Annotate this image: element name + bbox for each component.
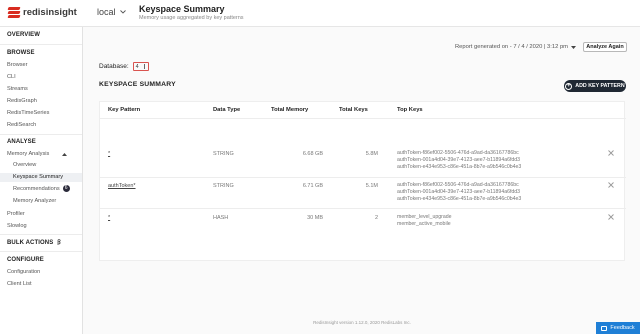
chevron-up-icon	[62, 153, 67, 156]
sidebar-item-browser[interactable]: Browser	[7, 62, 28, 68]
sidebar-item-profiler[interactable]: Profiler	[7, 211, 25, 217]
total-keys-cell: 2	[374, 215, 378, 221]
sidebar-sub-recommendations[interactable]: Recommendations 6	[13, 185, 70, 192]
sidebar-section-analyse: ANALYSE	[7, 139, 36, 145]
logo-text: redisinsight	[23, 7, 77, 18]
database-number: 4	[135, 63, 139, 70]
top-key: authToken-f86ef002-5506-476d-a9ad-da3616…	[397, 182, 519, 188]
column-header-total-memory[interactable]: Total Memory	[271, 107, 308, 113]
divider	[0, 134, 82, 135]
redisinsight-app: { "app": { "logo_text": "redisinsight" }…	[0, 0, 640, 334]
redisinsight-logo[interactable]: redisinsight	[7, 7, 77, 18]
sidebar-item-cli[interactable]: CLI	[7, 74, 16, 80]
analyze-again-button[interactable]: Analyze Again	[583, 42, 627, 52]
sidebar-item-streams[interactable]: Streams	[7, 86, 28, 92]
header-divider	[100, 118, 626, 119]
divider	[0, 234, 82, 235]
total-memory-cell: 6.71 GB	[302, 183, 323, 189]
top-key: member_level_upgrade	[397, 214, 452, 220]
column-header-total-keys[interactable]: Total Keys	[339, 107, 368, 113]
sidebar-sub-keyspace-summary[interactable]: Keyspace Summary	[0, 173, 82, 182]
main-content: Report generated on - 7 / 4 / 2020 | 3:1…	[84, 27, 640, 334]
key-pattern-cell[interactable]: *	[108, 215, 110, 221]
data-type-cell: HASH	[213, 215, 229, 221]
beta-icon	[57, 239, 61, 245]
column-header-data-type[interactable]: Data Type	[213, 107, 240, 113]
top-keys-cell: member_level_upgrade member_active_mobil…	[397, 214, 452, 228]
sidebar-sub-memory-analyzer[interactable]: Memory Analyzer	[13, 198, 56, 204]
sidebar-item-client-list[interactable]: Client List	[7, 281, 32, 287]
top-key: authToken-f86ef002-5506-476d-a9ad-da3616…	[397, 150, 519, 156]
total-keys-cell: 5.8M	[365, 151, 378, 157]
top-keys-cell: authToken-f86ef002-5506-476d-a9ad-da3616…	[397, 182, 521, 202]
total-memory-cell: 6.68 GB	[302, 151, 323, 157]
feedback-label: Feedback	[610, 325, 635, 331]
sidebar-section-bulk-actions[interactable]: BULK ACTIONS	[7, 239, 61, 246]
chevron-down-icon	[143, 64, 145, 69]
sidebar-overview[interactable]: OVERVIEW	[7, 32, 40, 38]
divider	[0, 44, 82, 45]
database-name: local	[97, 7, 116, 17]
top-bar: redisinsight local Keyspace Summary Memo…	[0, 0, 640, 27]
key-pattern-cell[interactable]: authToken*	[108, 183, 136, 189]
row-divider	[100, 177, 626, 178]
sidebar-section-browse: BROWSE	[7, 50, 35, 56]
divider	[0, 251, 82, 252]
chat-icon	[601, 325, 608, 331]
delete-pattern-icon[interactable]	[608, 182, 614, 188]
chevron-down-icon	[119, 10, 126, 14]
sidebar-item-redistimeseries[interactable]: RedisTimeSeries	[7, 110, 49, 116]
report-generated-text: Report generated on - 7 / 4 / 2020 | 3:1…	[454, 44, 568, 50]
column-header-key-pattern[interactable]: Key Pattern	[108, 107, 140, 113]
delete-pattern-icon[interactable]	[608, 150, 614, 156]
page-subtitle: Memory usage aggregated by key patterns	[139, 15, 244, 21]
page-header: Keyspace Summary Memory usage aggregated…	[139, 4, 244, 21]
sidebar-item-configuration[interactable]: Configuration	[7, 269, 40, 275]
sidebar-item-label: Recommendations	[13, 185, 60, 192]
add-key-pattern-label: ADD KEY PATTERN	[575, 83, 625, 89]
report-info: Report generated on - 7 / 4 / 2020 | 3:1…	[455, 44, 576, 50]
redis-logo-icon	[7, 7, 21, 18]
sidebar: OVERVIEW BROWSE Browser CLI Streams Redi…	[0, 27, 83, 334]
keyspace-table: Key Pattern Data Type Total Memory Total…	[99, 101, 626, 261]
top-key: authToken-e434e953-c86e-451a-8b7e-a9b546…	[397, 163, 522, 170]
sidebar-item-redisgraph[interactable]: RedisGraph	[7, 98, 37, 104]
sidebar-item-redisearch[interactable]: RediSearch	[7, 122, 36, 128]
sidebar-item-label: Memory Analysis	[7, 151, 50, 157]
database-label: Database:	[99, 63, 129, 70]
feedback-button[interactable]: Feedback	[596, 322, 640, 334]
recommendations-count-badge: 6	[62, 185, 70, 192]
page-title: Keyspace Summary	[139, 4, 225, 14]
sidebar-item-slowlog[interactable]: Slowlog	[7, 223, 27, 229]
data-type-cell: STRING	[213, 151, 234, 157]
add-key-pattern-button[interactable]: + ADD KEY PATTERN	[564, 80, 626, 92]
sidebar-item-memory-analysis[interactable]: Memory Analysis	[7, 151, 77, 157]
total-memory-cell: 30 MB	[307, 215, 323, 221]
top-keys-cell: authToken-f86ef002-5506-476d-a9ad-da3616…	[397, 150, 521, 170]
top-key: authToken-001a4d04-39e7-4123-aee7-b11894…	[397, 156, 521, 163]
delete-pattern-icon[interactable]	[608, 214, 614, 220]
sidebar-sub-overview[interactable]: Overview	[13, 162, 36, 168]
sidebar-section-configure: CONFIGURE	[7, 257, 44, 263]
plus-icon: +	[565, 82, 573, 90]
database-selector[interactable]: local	[97, 7, 126, 17]
top-key: member_active_mobile	[397, 220, 451, 227]
top-key: authToken-001a4d04-39e7-4123-aee7-b11894…	[397, 188, 521, 195]
column-header-top-keys[interactable]: Top Keys	[397, 107, 423, 113]
data-type-cell: STRING	[213, 183, 234, 189]
database-number-select[interactable]: 4	[132, 62, 149, 71]
database-row: Database: 4	[99, 62, 149, 71]
keyspace-summary-title: KEYSPACE SUMMARY	[99, 81, 176, 88]
row-divider	[100, 208, 626, 209]
total-keys-cell: 5.1M	[365, 183, 378, 189]
footer-version: RedisInsight version 1.12.0, 2020 RedisL…	[313, 320, 411, 325]
dropdown-caret-icon[interactable]	[571, 45, 576, 49]
top-key: authToken-e434e953-c86e-451a-8b7e-a9b546…	[397, 195, 522, 202]
sidebar-item-label: BULK ACTIONS	[7, 240, 54, 246]
key-pattern-cell[interactable]: *	[108, 151, 110, 157]
